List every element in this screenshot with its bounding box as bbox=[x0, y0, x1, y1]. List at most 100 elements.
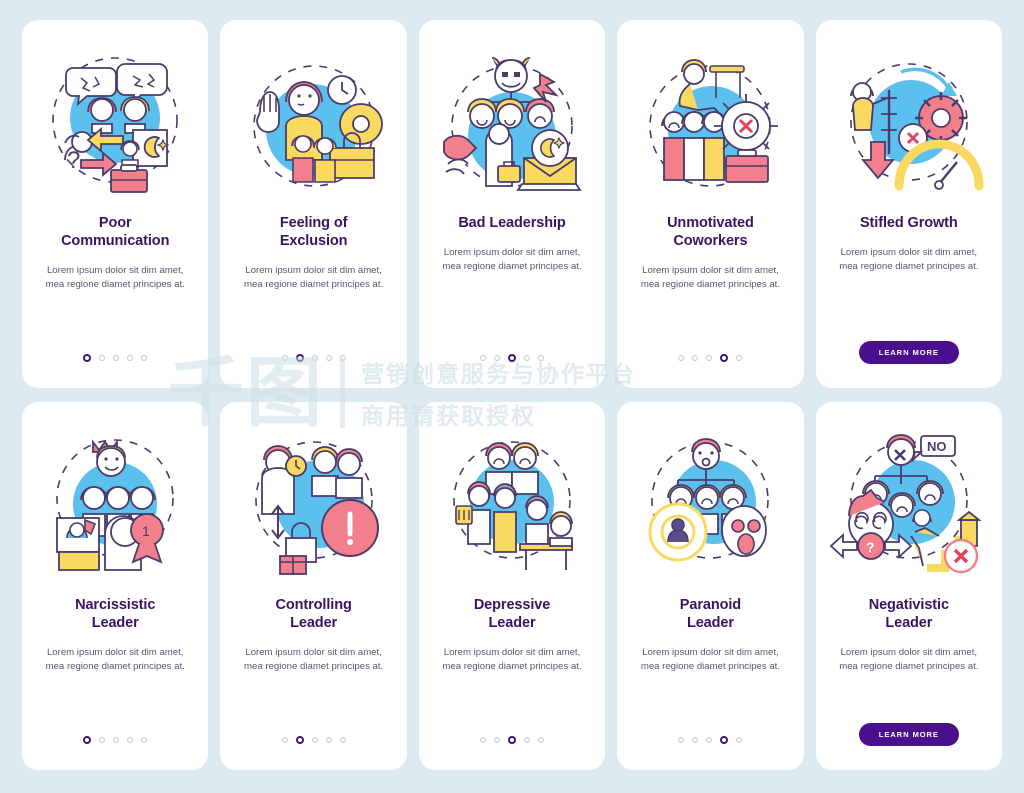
pagination-dot-5[interactable] bbox=[736, 355, 743, 361]
card-description: Lorem ipsum dolor sit dim amet, mea regi… bbox=[45, 647, 185, 673]
card-title-line2: Leader bbox=[885, 615, 933, 632]
pagination-dot-2[interactable] bbox=[692, 355, 699, 361]
onboarding-card-negativistic-leader[interactable]: NO ? Negativistic Leader Lorem ipsum dol… bbox=[815, 402, 1003, 770]
onboarding-card-controlling-leader[interactable]: Controlling Leader Lorem ipsum dolor sit… bbox=[220, 402, 407, 770]
pagination-dot-5[interactable] bbox=[339, 355, 346, 361]
pagination-dots[interactable] bbox=[678, 354, 743, 362]
pagination-dot-1[interactable] bbox=[83, 354, 92, 362]
card-title: Paranoid Leader bbox=[680, 596, 741, 632]
pagination-dot-2[interactable] bbox=[99, 737, 106, 743]
pagination-dot-1[interactable] bbox=[83, 736, 92, 744]
card-title-line1: Controlling bbox=[275, 597, 352, 613]
pagination-dot-3[interactable] bbox=[508, 354, 517, 362]
pagination-dot-3[interactable] bbox=[706, 737, 713, 743]
card-title-line2: Exclusion bbox=[279, 233, 348, 250]
pagination-dot-5[interactable] bbox=[538, 737, 545, 743]
onboarding-card-narcissistic-leader[interactable]: 1 Narcissistic Leader Lorem ipsum dolor … bbox=[22, 402, 209, 770]
card-title-line1: Feeling of bbox=[279, 215, 348, 231]
pagination-dot-2[interactable] bbox=[692, 737, 699, 743]
card-title-line1: Depressive bbox=[473, 597, 551, 613]
card-description: Lorem ipsum dolor sit dim amet, mea regi… bbox=[45, 265, 185, 291]
card-title: Negativistic Leader bbox=[869, 596, 949, 632]
pagination-dot-2[interactable] bbox=[295, 354, 304, 362]
onboarding-card-depressive-leader[interactable]: Depressive Leader Lorem ipsum dolor sit … bbox=[418, 402, 606, 770]
paranoid-leader-illustration bbox=[648, 438, 770, 562]
pagination-dot-1[interactable] bbox=[480, 355, 487, 361]
pagination-dot-4[interactable] bbox=[524, 737, 531, 743]
pagination-dot-2[interactable] bbox=[99, 355, 106, 361]
card-title-line1: Poor bbox=[98, 215, 132, 231]
learn-more-button[interactable]: LEARN MORE bbox=[858, 341, 959, 364]
pagination-dot-1[interactable] bbox=[678, 355, 685, 361]
poor-communication-illustration: ? bbox=[52, 57, 179, 193]
pagination-dot-4[interactable] bbox=[720, 736, 729, 744]
stifled-growth-illustration bbox=[849, 63, 984, 191]
pagination-dot-5[interactable] bbox=[141, 355, 148, 361]
onboarding-card-stifled-growth[interactable]: Stifled Growth Lorem ipsum dolor sit dim… bbox=[815, 20, 1003, 388]
pagination-dot-4[interactable] bbox=[127, 737, 134, 743]
onboarding-card-unmotivated-coworkers[interactable]: Unmotivated Coworkers Lorem ipsum dolor … bbox=[617, 20, 804, 388]
pagination-dot-3[interactable] bbox=[113, 355, 120, 361]
pagination-dots[interactable] bbox=[480, 736, 545, 744]
pagination-dot-1[interactable] bbox=[480, 737, 487, 743]
pagination-dot-3[interactable] bbox=[311, 737, 318, 743]
card-description: Lorem ipsum dolor sit dim amet, mea regi… bbox=[442, 247, 582, 273]
card-title: Poor Communication bbox=[61, 214, 169, 250]
pagination-dot-4[interactable] bbox=[720, 354, 729, 362]
card-row-bottom: 1 Narcissistic Leader Lorem ipsum dolor … bbox=[22, 402, 1003, 770]
card-description: Lorem ipsum dolor sit dim amet, mea regi… bbox=[244, 647, 384, 673]
pagination-dots[interactable] bbox=[281, 354, 346, 362]
pagination-dot-3[interactable] bbox=[706, 355, 713, 361]
pagination-dot-5[interactable] bbox=[736, 737, 743, 743]
card-title-line2: Leader bbox=[488, 615, 536, 632]
card-description: Lorem ipsum dolor sit dim amet, mea regi… bbox=[839, 247, 979, 273]
bad-leadership-illustration bbox=[443, 57, 582, 191]
pagination-dot-5[interactable] bbox=[141, 737, 148, 743]
onboarding-card-poor-communication[interactable]: ? Poor Communication Lorem ipsum dolor s… bbox=[22, 20, 209, 388]
onboarding-card-feeling-of-exclusion[interactable]: Feeling of Exclusion Lorem ipsum dolor s… bbox=[220, 20, 407, 388]
card-description: Lorem ipsum dolor sit dim amet, mea regi… bbox=[244, 265, 384, 291]
pagination-dots[interactable] bbox=[480, 354, 545, 362]
negativistic-leader-illustration: NO ? bbox=[829, 434, 982, 574]
pagination-dot-2[interactable] bbox=[494, 737, 501, 743]
pagination-dot-2[interactable] bbox=[295, 736, 304, 744]
onboarding-screens-sheet: ? Poor Communication Lorem ipsum dolor s… bbox=[0, 0, 1024, 793]
card-title-line1: Paranoid bbox=[679, 597, 742, 613]
pagination-dot-1[interactable] bbox=[281, 737, 288, 743]
card-description: Lorem ipsum dolor sit dim amet, mea regi… bbox=[640, 647, 781, 673]
card-description: Lorem ipsum dolor sit dim amet, mea regi… bbox=[839, 647, 979, 673]
pagination-dots[interactable] bbox=[83, 354, 148, 362]
card-title: Narcissistic Leader bbox=[75, 596, 155, 632]
pagination-dot-5[interactable] bbox=[538, 355, 545, 361]
pagination-dot-4[interactable] bbox=[325, 737, 332, 743]
card-title-line2: Leader bbox=[686, 615, 734, 632]
pagination-dot-4[interactable] bbox=[524, 355, 531, 361]
svg-text:NO: NO bbox=[927, 439, 947, 454]
pagination-dot-3[interactable] bbox=[113, 737, 120, 743]
card-title: Bad Leadership bbox=[458, 214, 565, 232]
pagination-dots[interactable] bbox=[678, 736, 743, 744]
onboarding-card-bad-leadership[interactable]: Bad Leadership Lorem ipsum dolor sit dim… bbox=[418, 20, 606, 388]
card-title-line1: Unmotivated bbox=[667, 215, 754, 231]
pagination-dots[interactable] bbox=[281, 736, 346, 744]
card-description: Lorem ipsum dolor sit dim amet, mea regi… bbox=[640, 265, 781, 291]
card-title-line1: Stifled Growth bbox=[859, 215, 958, 231]
pagination-dot-5[interactable] bbox=[339, 737, 346, 743]
learn-more-button[interactable]: LEARN MORE bbox=[858, 723, 959, 746]
pagination-dot-4[interactable] bbox=[127, 355, 134, 361]
card-title: Stifled Growth bbox=[860, 214, 958, 232]
pagination-dot-4[interactable] bbox=[325, 355, 332, 361]
pagination-dot-1[interactable] bbox=[678, 737, 685, 743]
card-title-line1: Narcissistic bbox=[75, 597, 156, 613]
card-title-line1: Bad Leadership bbox=[458, 215, 566, 231]
pagination-dot-1[interactable] bbox=[281, 355, 288, 361]
pagination-dot-3[interactable] bbox=[311, 355, 318, 361]
onboarding-card-paranoid-leader[interactable]: Paranoid Leader Lorem ipsum dolor sit di… bbox=[617, 402, 804, 770]
card-title: Depressive Leader bbox=[474, 596, 550, 632]
pagination-dot-3[interactable] bbox=[508, 736, 517, 744]
card-title-line1: Negativistic bbox=[868, 597, 949, 613]
pagination-dot-2[interactable] bbox=[494, 355, 501, 361]
pagination-dots[interactable] bbox=[83, 736, 148, 744]
card-title-line2: Leader bbox=[290, 615, 338, 632]
card-title: Unmotivated Coworkers bbox=[667, 214, 754, 250]
